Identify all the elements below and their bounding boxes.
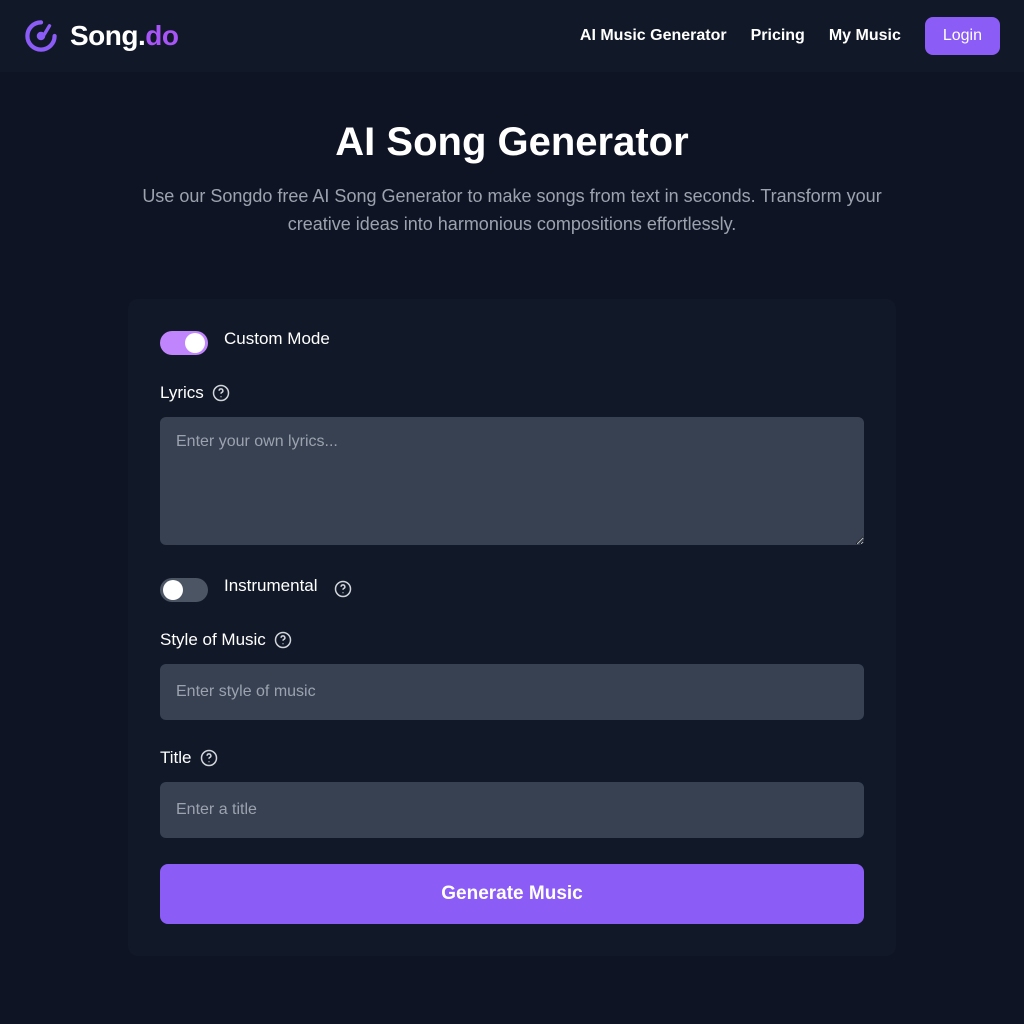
toggle-knob [185, 333, 205, 353]
page-subtitle: Use our Songdo free AI Song Generator to… [122, 183, 902, 239]
instrumental-label: Instrumental [224, 576, 318, 596]
help-circle-icon[interactable] [274, 631, 292, 649]
hero-section: AI Song Generator Use our Songdo free AI… [0, 72, 1024, 271]
lyrics-input[interactable] [160, 417, 864, 545]
logo[interactable]: Song.do [24, 19, 178, 53]
help-circle-icon[interactable] [200, 749, 218, 767]
login-button[interactable]: Login [925, 17, 1000, 55]
lyrics-field: Lyrics [160, 383, 864, 550]
lyrics-label: Lyrics [160, 383, 204, 403]
style-input[interactable] [160, 664, 864, 720]
generator-panel: Custom Mode Lyrics Instrumental [128, 299, 896, 956]
instrumental-row: Instrumental [160, 578, 864, 602]
toggle-knob [163, 580, 183, 600]
instrumental-toggle[interactable] [160, 578, 208, 602]
title-label: Title [160, 748, 192, 768]
logo-text: Song.do [70, 20, 178, 52]
help-circle-icon[interactable] [334, 580, 352, 598]
custom-mode-row: Custom Mode [160, 331, 864, 355]
page-title: AI Song Generator [24, 120, 1000, 165]
style-field: Style of Music [160, 630, 864, 720]
generate-music-button[interactable]: Generate Music [160, 864, 864, 924]
main-nav: AI Music Generator Pricing My Music Logi… [580, 17, 1000, 55]
nav-link-pricing[interactable]: Pricing [751, 27, 805, 45]
title-field: Title [160, 748, 864, 838]
help-circle-icon[interactable] [212, 384, 230, 402]
custom-mode-label: Custom Mode [224, 329, 330, 349]
title-input[interactable] [160, 782, 864, 838]
custom-mode-toggle[interactable] [160, 331, 208, 355]
music-note-icon [24, 19, 58, 53]
style-label: Style of Music [160, 630, 266, 650]
nav-link-my-music[interactable]: My Music [829, 27, 901, 45]
nav-link-generator[interactable]: AI Music Generator [580, 27, 727, 45]
app-header: Song.do AI Music Generator Pricing My Mu… [0, 0, 1024, 72]
